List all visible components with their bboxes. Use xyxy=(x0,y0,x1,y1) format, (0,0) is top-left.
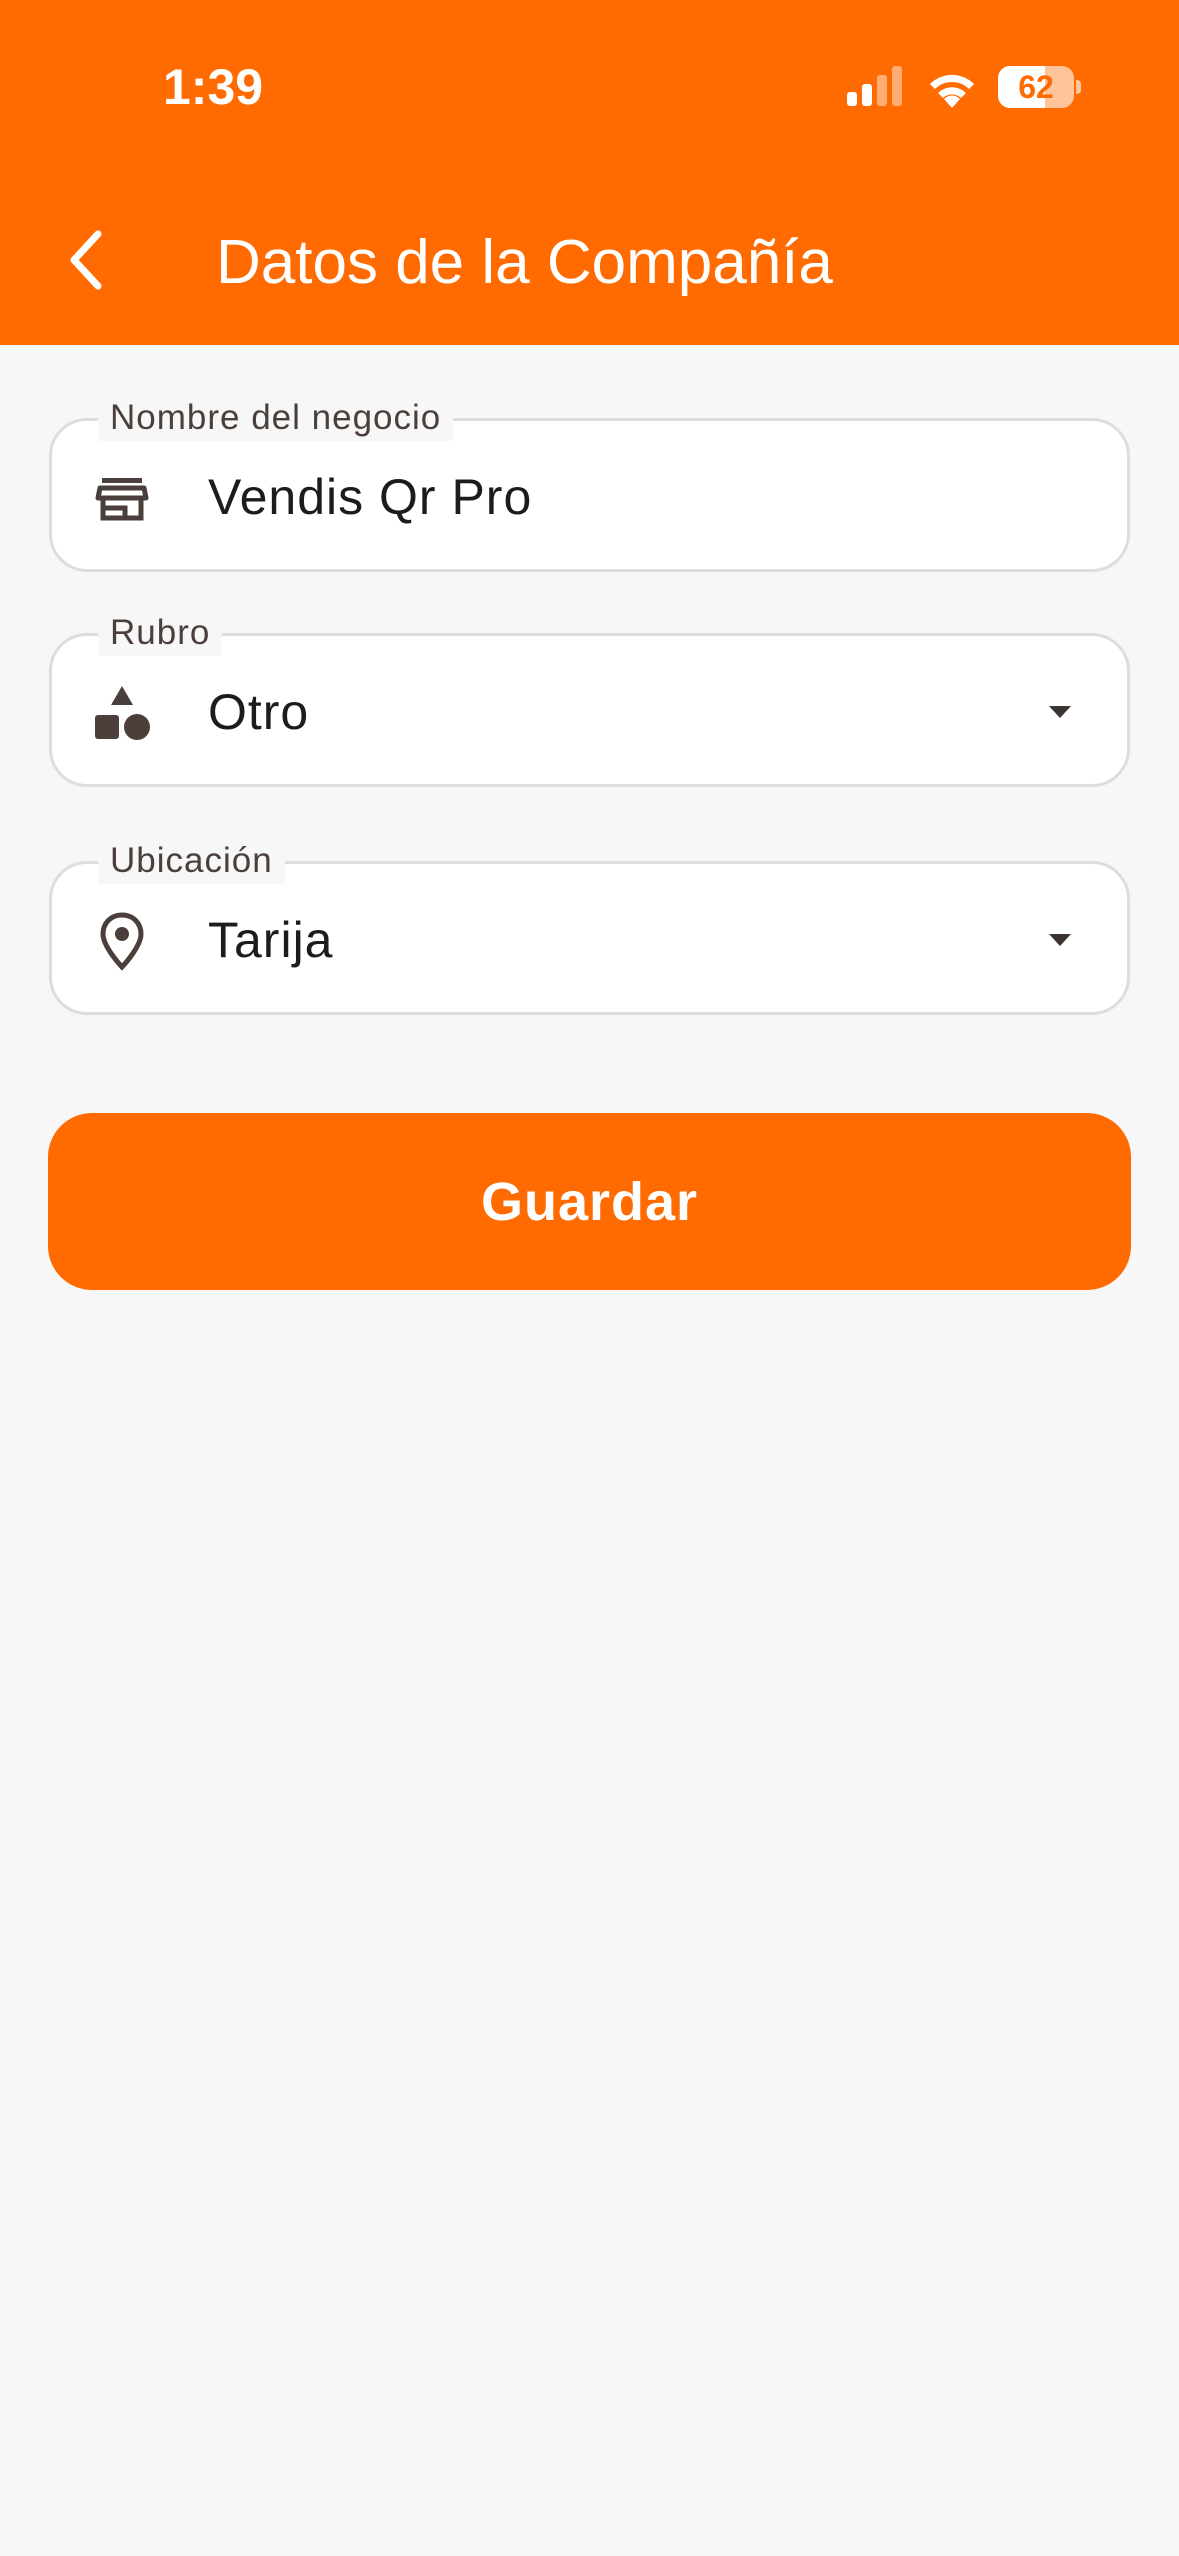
category-select[interactable]: Rubro Otro xyxy=(49,610,1130,787)
location-pin-icon xyxy=(100,912,144,971)
category-label: Rubro xyxy=(98,610,223,656)
app-header: 1:39 62 Datos de la Compañía xyxy=(0,0,1179,345)
cellular-signal-icon xyxy=(847,66,902,106)
screen: 1:39 62 Datos de la Compañía Nombre del … xyxy=(0,0,1179,2556)
shapes-icon xyxy=(95,686,150,740)
battery-indicator: 62 xyxy=(998,66,1081,108)
page-title: Datos de la Compañía xyxy=(216,228,833,297)
business-name-label: Nombre del negocio xyxy=(98,395,454,441)
store-icon xyxy=(95,478,149,521)
business-name-field[interactable]: Nombre del negocio Vendis Qr Pro xyxy=(49,395,1130,572)
battery-percentage: 62 xyxy=(1018,69,1054,105)
status-time: 1:39 xyxy=(163,59,264,115)
dropdown-arrow-icon[interactable] xyxy=(1047,932,1073,948)
wifi-icon xyxy=(930,74,974,108)
location-select[interactable]: Ubicación Tarija xyxy=(49,838,1130,1015)
save-button[interactable]: Guardar xyxy=(48,1113,1131,1290)
back-button[interactable] xyxy=(56,220,116,300)
location-label: Ubicación xyxy=(98,838,285,884)
category-value: Otro xyxy=(208,684,310,740)
dropdown-arrow-icon[interactable] xyxy=(1047,704,1073,720)
chevron-left-icon xyxy=(70,230,102,290)
business-name-value: Vendis Qr Pro xyxy=(208,469,533,525)
location-value: Tarija xyxy=(208,912,334,968)
